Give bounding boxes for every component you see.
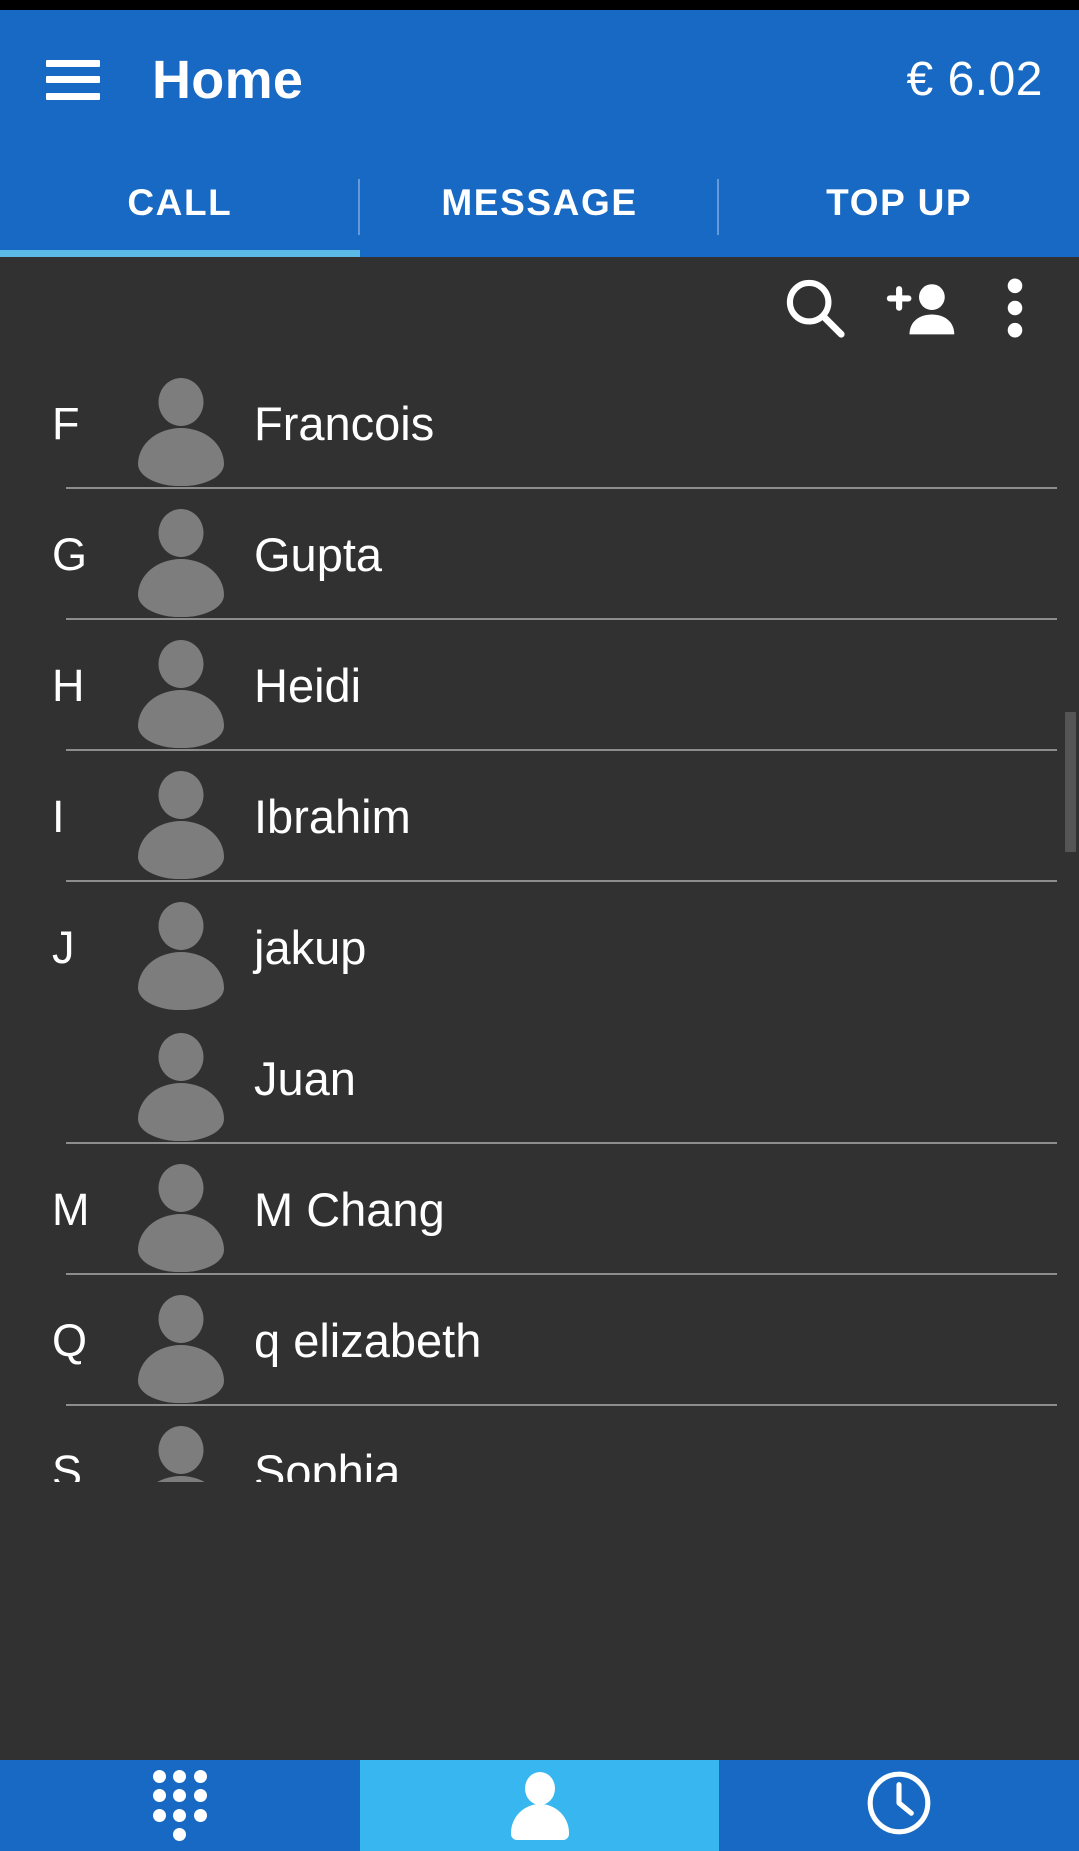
contact-avatar-icon (136, 1420, 226, 1482)
dialpad-dot-blank (194, 1828, 207, 1841)
section-header-letter: F (52, 398, 80, 449)
avatar-body (138, 951, 224, 1010)
contact-list: F Francois G Gupta H Heidi I Ibrahim J j… (0, 358, 1079, 1482)
contact-avatar-icon (136, 1158, 226, 1272)
tab-message[interactable]: MESSAGE (360, 149, 720, 257)
dialpad-dot (173, 1770, 187, 1784)
hamburger-line (46, 76, 100, 83)
tab-active-indicator (0, 250, 360, 257)
contact-name: Sophia (254, 1445, 401, 1482)
dialpad-dot (173, 1827, 187, 1841)
section-header-letter: S (52, 1446, 83, 1482)
avatar-body (138, 1213, 224, 1272)
hamburger-line (46, 92, 100, 100)
contact-name: Gupta (254, 528, 383, 581)
section-header-letter: M (52, 1184, 90, 1235)
contacts-person-icon (509, 1770, 571, 1842)
contact-list-item[interactable]: Q q elizabeth (0, 1275, 1079, 1406)
avatar-head (158, 639, 204, 688)
search-icon[interactable] (769, 268, 861, 348)
app-screen: Home € 6.02 CALL MESSAGE TOP UP F Franco… (0, 0, 1079, 1851)
contact-list-item[interactable]: F Francois (0, 358, 1079, 489)
hamburger-line (46, 59, 100, 67)
dialpad-dot (152, 1770, 166, 1784)
section-header-letter: I (52, 791, 65, 842)
contact-avatar-icon (136, 1289, 226, 1403)
avatar-head (158, 770, 204, 819)
contact-name: Ibrahim (254, 790, 411, 843)
scrollbar-thumb[interactable] (1065, 712, 1076, 852)
contact-avatar-icon (136, 372, 226, 486)
tab-call-label: CALL (127, 182, 233, 223)
page-title: Home (152, 49, 304, 110)
avatar-body (138, 558, 224, 617)
avatar-head (158, 901, 204, 950)
contact-list-item[interactable]: G Gupta (0, 489, 1079, 620)
contact-list-item[interactable]: H Heidi (0, 620, 1079, 751)
contact-avatar-icon (136, 503, 226, 617)
section-header-letter: Q (52, 1315, 88, 1366)
contact-avatar-icon (136, 765, 226, 879)
avatar-body (138, 820, 224, 879)
nav-item-dialpad[interactable] (0, 1760, 360, 1851)
avatar-head (158, 508, 204, 557)
dialpad-dot-blank (153, 1828, 166, 1841)
avatar-body (138, 1082, 224, 1141)
status-bar (0, 0, 1079, 10)
dialpad-dot (152, 1789, 166, 1803)
dialpad-dot (193, 1789, 207, 1803)
dialpad-dot (152, 1808, 166, 1822)
contact-name: Juan (254, 1052, 356, 1105)
hamburger-menu-icon[interactable] (46, 59, 100, 100)
bottom-navigation-bar (0, 1760, 1079, 1851)
account-balance[interactable]: € 6.02 (907, 52, 1043, 107)
contact-name: Francois (254, 397, 435, 450)
contact-avatar-icon (136, 896, 226, 1010)
avatar-body (138, 1344, 224, 1403)
contact-avatar-icon (136, 634, 226, 748)
person-head (524, 1771, 555, 1805)
add-person-icon[interactable] (867, 268, 971, 348)
section-header-letter: G (52, 529, 88, 580)
contact-name: q elizabeth (254, 1314, 482, 1367)
contact-list-item[interactable]: Juan (0, 1013, 1079, 1144)
tab-topup[interactable]: TOP UP (719, 149, 1079, 257)
contact-avatar-icon (136, 1027, 226, 1141)
app-bar: Home € 6.02 (0, 10, 1079, 149)
contacts-action-bar (0, 257, 1079, 358)
avatar-head (158, 1425, 204, 1474)
contact-list-item[interactable]: S Sophia (0, 1406, 1079, 1482)
tab-message-label: MESSAGE (441, 182, 638, 223)
avatar-body (138, 427, 224, 486)
contact-name: jakup (254, 921, 367, 974)
nav-item-contacts[interactable] (359, 1760, 720, 1851)
dialpad-dot (173, 1789, 187, 1803)
dialpad-dot (193, 1770, 207, 1784)
contacts-content: F Francois G Gupta H Heidi I Ibrahim J j… (0, 257, 1079, 1482)
recents-clock-icon (863, 1767, 935, 1844)
contact-name: M Chang (254, 1183, 445, 1236)
dialpad-icon (151, 1769, 209, 1843)
avatar-head (158, 377, 204, 426)
avatar-head (158, 1163, 204, 1212)
nav-item-recents[interactable] (719, 1760, 1079, 1851)
tab-topup-label: TOP UP (826, 182, 973, 223)
tab-strip: CALL MESSAGE TOP UP (0, 149, 1079, 257)
section-header-letter: H (52, 660, 85, 711)
contact-list-item[interactable]: I Ibrahim (0, 751, 1079, 882)
avatar-head (158, 1294, 204, 1343)
avatar-body (138, 689, 224, 748)
more-vertical-icon[interactable] (977, 268, 1053, 348)
person-body (510, 1803, 569, 1840)
avatar-head (158, 1032, 204, 1081)
section-header-letter: J (52, 922, 75, 973)
contact-list-item[interactable]: J jakup (0, 882, 1079, 1013)
tab-call[interactable]: CALL (0, 149, 360, 257)
avatar-body (138, 1475, 224, 1482)
contact-list-item[interactable]: M M Chang (0, 1144, 1079, 1275)
contact-name: Heidi (254, 659, 362, 712)
dialpad-dot (193, 1808, 207, 1822)
dialpad-dot (173, 1808, 187, 1822)
